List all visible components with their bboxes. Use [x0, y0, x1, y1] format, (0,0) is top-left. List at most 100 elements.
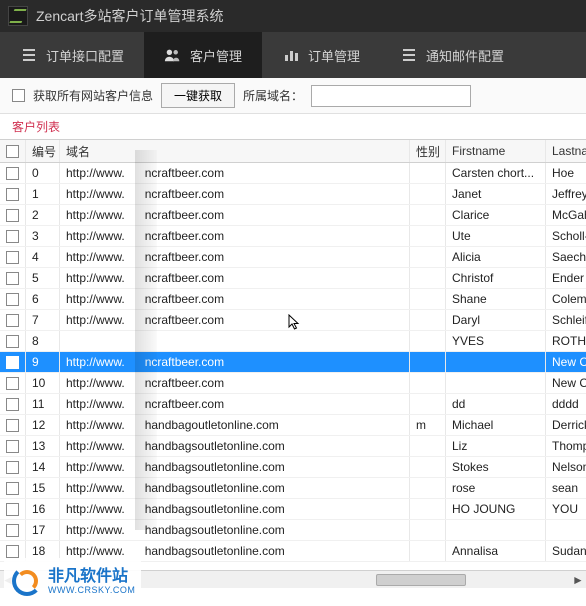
cell-gender [410, 352, 446, 372]
cell-lastname: Hoe [546, 163, 586, 183]
tab-订单接口配置[interactable]: 订单接口配置 [0, 32, 144, 78]
table-row[interactable]: 10http://www.ncraftbeer.comNew Cust [0, 373, 586, 394]
cell-firstname: Carsten chort... [446, 163, 546, 183]
row-checkbox[interactable] [6, 230, 19, 243]
cell-domain: http://www.ncraftbeer.com [60, 247, 410, 267]
bars-icon [282, 46, 300, 64]
row-checkbox[interactable] [6, 524, 19, 537]
tab-label: 订单管理 [308, 46, 360, 65]
cell-firstname: YVES [446, 331, 546, 351]
cell-id: 2 [26, 205, 60, 225]
table-row[interactable]: 3http://www.ncraftbeer.comUteScholl-Ha [0, 226, 586, 247]
customer-table: 编号 域名 性别 Firstname Lastname 0http://www.… [0, 139, 586, 562]
cell-gender [410, 289, 446, 309]
table-row[interactable]: 1http://www.ncraftbeer.comJanetJeffrey [0, 184, 586, 205]
cell-id: 10 [26, 373, 60, 393]
table-row[interactable]: 4http://www.ncraftbeer.comAliciaSaechao [0, 247, 586, 268]
cell-domain: http://www.handbagsoutletonline.com [60, 520, 410, 540]
cell-lastname: McGahey [546, 205, 586, 225]
table-row[interactable]: 2http://www.ncraftbeer.comClariceMcGahey [0, 205, 586, 226]
cell-domain: http://www.ncraftbeer.com [60, 268, 410, 288]
cell-domain: http://www.ncraftbeer.com [60, 184, 410, 204]
row-checkbox[interactable] [6, 209, 19, 222]
table-row[interactable]: 8YVESROTH [0, 331, 586, 352]
header-id[interactable]: 编号 [26, 140, 60, 162]
list-icon [400, 46, 418, 64]
table-row[interactable]: 9http://www.ncraftbeer.comNew Cust [0, 352, 586, 373]
row-checkbox[interactable] [6, 293, 19, 306]
row-checkbox[interactable] [6, 335, 19, 348]
table-row[interactable]: 14http://www.handbagsoutletonline.comSto… [0, 457, 586, 478]
cell-gender [410, 541, 446, 561]
table-row[interactable]: 16http://www.handbagsoutletonline.comHO … [0, 499, 586, 520]
tab-客户管理[interactable]: 客户管理 [144, 32, 262, 78]
header-gender[interactable]: 性别 [410, 140, 446, 162]
toolbar: 获取所有网站客户信息 一键获取 所属域名： [0, 78, 586, 114]
header-firstname[interactable]: Firstname [446, 140, 546, 162]
row-checkbox[interactable] [6, 251, 19, 264]
scroll-right-arrow[interactable]: ► [570, 572, 586, 588]
header-domain[interactable]: 域名 [60, 140, 410, 162]
row-checkbox[interactable] [6, 272, 19, 285]
scroll-thumb[interactable] [376, 574, 466, 586]
cell-id: 5 [26, 268, 60, 288]
tab-label: 通知邮件配置 [426, 46, 504, 65]
cell-firstname: dd [446, 394, 546, 414]
cell-lastname: Thompso [546, 436, 586, 456]
table-row[interactable]: 11http://www.ncraftbeer.comdddddd [0, 394, 586, 415]
row-checkbox[interactable] [6, 461, 19, 474]
domain-label: 所属域名： [243, 87, 303, 104]
row-checkbox[interactable] [6, 188, 19, 201]
row-checkbox[interactable] [6, 503, 19, 516]
cell-firstname [446, 373, 546, 393]
table-row[interactable]: 6http://www.ncraftbeer.comShaneColeman [0, 289, 586, 310]
cell-firstname: Alicia [446, 247, 546, 267]
cell-lastname: Nelson [546, 457, 586, 477]
cell-lastname [546, 520, 586, 540]
cell-firstname [446, 352, 546, 372]
table-row[interactable]: 7http://www.ncraftbeer.comDarylSchleif [0, 310, 586, 331]
cell-lastname: Sudano [546, 541, 586, 561]
cell-gender: m [410, 415, 446, 435]
row-checkbox[interactable] [6, 545, 19, 558]
cell-firstname: Liz [446, 436, 546, 456]
cell-firstname: Annalisa [446, 541, 546, 561]
cell-lastname: Coleman [546, 289, 586, 309]
app-logo-icon [8, 6, 28, 26]
header-lastname[interactable]: Lastname [546, 140, 586, 162]
fetch-button[interactable]: 一键获取 [161, 83, 235, 108]
domain-input[interactable] [311, 85, 471, 107]
row-checkbox[interactable] [6, 440, 19, 453]
table-row[interactable]: 15http://www.handbagsoutletonline.comros… [0, 478, 586, 499]
cell-firstname: Janet [446, 184, 546, 204]
select-all-checkbox[interactable] [6, 145, 19, 158]
cell-firstname [446, 520, 546, 540]
table-row[interactable]: 12http://www.handbagoutletonline.commMic… [0, 415, 586, 436]
subheader: 客户列表 [0, 114, 586, 139]
cell-firstname: Clarice [446, 205, 546, 225]
list-icon [20, 46, 38, 64]
cell-id: 11 [26, 394, 60, 414]
cell-gender [410, 247, 446, 267]
table-row[interactable]: 0http://www.ncraftbeer.comCarsten chort.… [0, 163, 586, 184]
row-checkbox[interactable] [6, 398, 19, 411]
fetch-all-checkbox[interactable] [12, 89, 25, 102]
cell-id: 9 [26, 352, 60, 372]
tab-订单管理[interactable]: 订单管理 [262, 32, 380, 78]
table-row[interactable]: 13http://www.handbagsoutletonline.comLiz… [0, 436, 586, 457]
row-checkbox[interactable] [6, 482, 19, 495]
table-header-row: 编号 域名 性别 Firstname Lastname [0, 139, 586, 163]
row-checkbox[interactable] [6, 377, 19, 390]
row-checkbox[interactable] [6, 167, 19, 180]
cell-domain: http://www.handbagsoutletonline.com [60, 499, 410, 519]
table-row[interactable]: 5http://www.ncraftbeer.comChristofEnder [0, 268, 586, 289]
row-checkbox[interactable] [6, 419, 19, 432]
cell-gender [410, 331, 446, 351]
row-checkbox[interactable] [6, 314, 19, 327]
table-row[interactable]: 17http://www.handbagsoutletonline.com [0, 520, 586, 541]
row-checkbox[interactable] [6, 356, 19, 369]
tab-通知邮件配置[interactable]: 通知邮件配置 [380, 32, 524, 78]
cell-gender [410, 457, 446, 477]
cell-domain: http://www.handbagoutletonline.com [60, 415, 410, 435]
cell-firstname: Ute [446, 226, 546, 246]
